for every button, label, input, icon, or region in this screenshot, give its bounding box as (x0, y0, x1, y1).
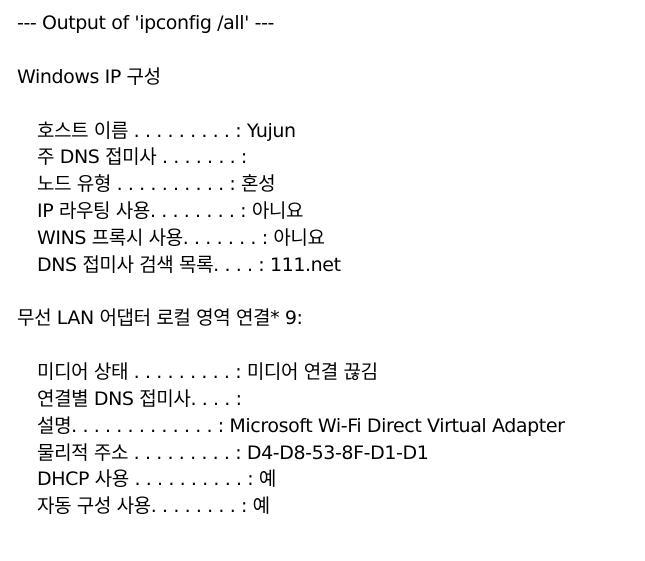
windows-ip-config-title: Windows IP 구성 (17, 65, 161, 88)
dhcp-enabled-row: DHCP 사용 . . . . . . . . . . : 예 (37, 468, 276, 491)
output-header: --- Output of 'ipconfig /all' --- (17, 12, 274, 34)
physical-address-row: 물리적 주소 . . . . . . . . . : D4-D8-53-8F-D… (37, 441, 429, 464)
media-state-row: 미디어 상태 . . . . . . . . . : 미디어 연결 끊김 (37, 361, 378, 384)
primary-dns-suffix-row: 주 DNS 접미사 . . . . . . . : (37, 146, 247, 169)
description-row: 설명. . . . . . . . . . . . . : Microsoft … (37, 414, 565, 437)
wireless-adapter-title: 무선 LAN 어댑터 로컬 영역 연결* 9: (17, 307, 303, 330)
connection-dns-suffix-row: 연결별 DNS 접미사. . . . : (37, 387, 242, 410)
ip-routing-row: IP 라우팅 사용. . . . . . . . : 아니요 (37, 199, 304, 222)
wins-proxy-row: WINS 프록시 사용. . . . . . . : 아니요 (37, 226, 325, 249)
autoconfig-enabled-row: 자동 구성 사용. . . . . . . . : 예 (37, 495, 270, 518)
command-output-panel: --- Output of 'ipconfig /all' --- Window… (0, 0, 645, 561)
dns-suffix-search-list-row: DNS 접미사 검색 목록. . . . : 111.net (37, 253, 341, 276)
node-type-row: 노드 유형 . . . . . . . . . . : 혼성 (37, 173, 276, 196)
host-name-row: 호스트 이름 . . . . . . . . . : Yujun (37, 119, 296, 142)
